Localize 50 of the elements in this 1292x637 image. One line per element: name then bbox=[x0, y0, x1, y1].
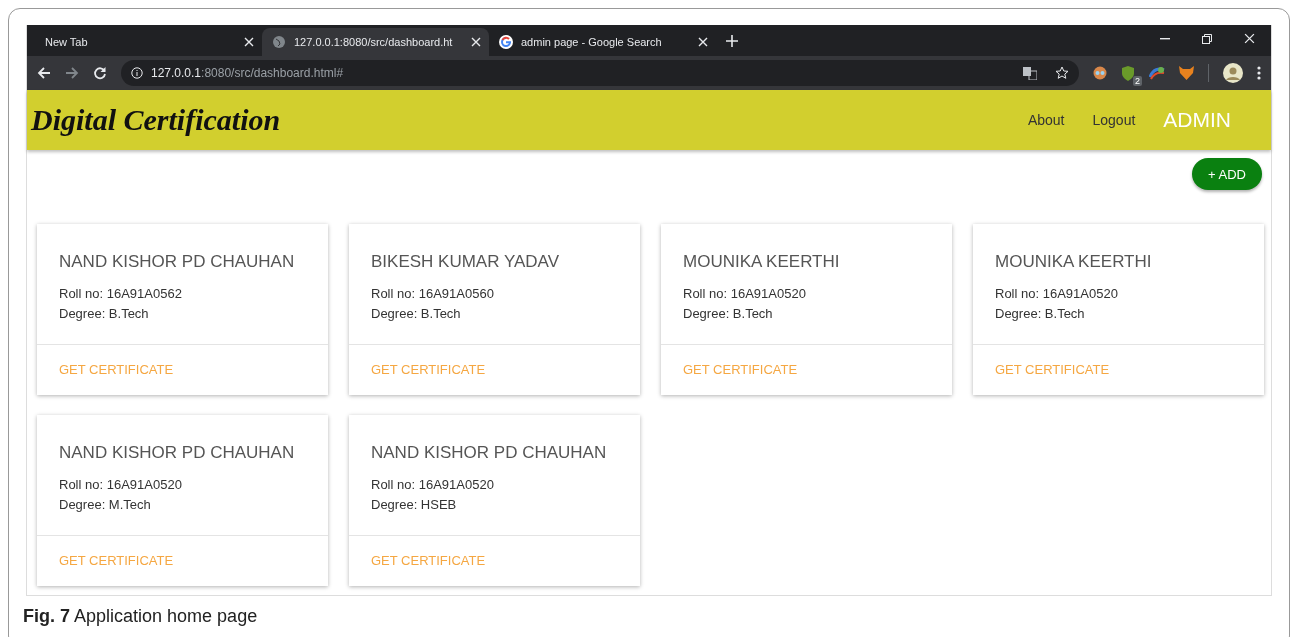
roll-number: Roll no: 16A91A0520 bbox=[371, 476, 495, 494]
close-icon[interactable] bbox=[1244, 33, 1255, 44]
nav-link[interactable]: About bbox=[1027, 112, 1065, 128]
roll-number: Roll no: 16A91A0562 bbox=[59, 285, 183, 303]
roll-number: Roll no: 16A91A0520 bbox=[995, 285, 1119, 303]
address-bar[interactable]: 127.0.0.1:8080/src/dashboard.html# bbox=[121, 60, 1079, 86]
student-name: NAND KISHOR PD CHAUHAN bbox=[371, 443, 608, 463]
degree-label: Degree: M.Tech bbox=[59, 496, 152, 514]
degree-label: Degree: B.Tech bbox=[371, 305, 462, 323]
student-name: NAND KISHOR PD CHAUHAN bbox=[59, 443, 296, 463]
student-name: NAND KISHOR PD CHAUHAN bbox=[59, 252, 296, 272]
translate-icon[interactable] bbox=[1023, 66, 1037, 80]
student-name: MOUNIKA KEERTHI bbox=[995, 252, 1153, 272]
new-tab-icon[interactable] bbox=[726, 35, 738, 47]
degree-label: Degree: B.Tech bbox=[995, 305, 1086, 323]
roll-number: Roll no: 16A91A0520 bbox=[59, 476, 183, 494]
figure-caption: Fig. 7 Application home page bbox=[23, 605, 259, 627]
close-icon[interactable] bbox=[244, 37, 254, 47]
close-icon[interactable] bbox=[698, 37, 708, 47]
app-title: Digital Certification bbox=[31, 103, 282, 137]
roll-number: Roll no: 16A91A0520 bbox=[683, 285, 807, 303]
user-label: ADMIN bbox=[1163, 108, 1231, 132]
globe-icon bbox=[272, 35, 286, 49]
reload-icon[interactable] bbox=[93, 66, 107, 80]
extension-icon[interactable] bbox=[1149, 66, 1165, 80]
browser-tab[interactable]: admin page - Google Search bbox=[489, 28, 716, 56]
fox-icon[interactable] bbox=[1179, 66, 1194, 80]
close-icon[interactable] bbox=[471, 37, 481, 47]
browser-tab[interactable]: 127.0.0.1:8080/src/dashboard.ht bbox=[262, 28, 489, 56]
google-icon bbox=[499, 35, 513, 49]
degree-label: Degree: B.Tech bbox=[683, 305, 774, 323]
minimize-icon[interactable] bbox=[1160, 38, 1170, 40]
extension-badge: 2 bbox=[1133, 75, 1142, 86]
star-icon[interactable] bbox=[1055, 66, 1069, 80]
info-icon[interactable] bbox=[131, 67, 143, 79]
nav-link[interactable]: Logout bbox=[1092, 112, 1136, 128]
degree-label: Degree: B.Tech bbox=[59, 305, 150, 323]
student-name: BIKESH KUMAR YADAV bbox=[371, 252, 560, 272]
shield-icon[interactable] bbox=[1121, 65, 1135, 81]
forward-icon[interactable] bbox=[65, 66, 79, 80]
add-button[interactable]: + ADD bbox=[1192, 158, 1262, 190]
extension-icon[interactable] bbox=[1093, 66, 1107, 80]
back-icon[interactable] bbox=[37, 66, 51, 80]
roll-number: Roll no: 16A91A0560 bbox=[371, 285, 495, 303]
browser-tab[interactable]: New Tab bbox=[35, 28, 262, 56]
degree-label: Degree: HSEB bbox=[371, 496, 458, 514]
student-name: MOUNIKA KEERTHI bbox=[683, 252, 841, 272]
menu-icon[interactable] bbox=[1257, 66, 1261, 80]
avatar-icon[interactable] bbox=[1223, 63, 1243, 83]
restore-icon[interactable] bbox=[1202, 34, 1212, 44]
